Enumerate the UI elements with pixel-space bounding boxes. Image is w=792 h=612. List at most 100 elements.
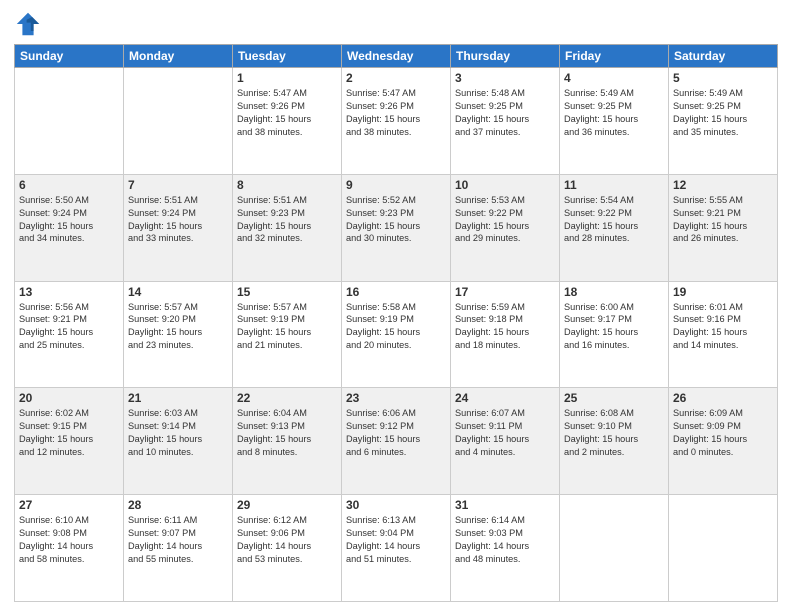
day-info: Sunrise: 6:11 AM Sunset: 9:07 PM Dayligh…	[128, 514, 228, 566]
calendar-cell: 27Sunrise: 6:10 AM Sunset: 9:08 PM Dayli…	[15, 495, 124, 602]
calendar-cell: 29 Sunrise: 6:12 AM Sunset: 9:06 PM Dayli…	[233, 495, 342, 602]
weekday-header: Friday	[560, 45, 669, 68]
weekday-header: Tuesday	[233, 45, 342, 68]
calendar-cell	[15, 68, 124, 175]
day-info: Sunrise: 6:03 AM Sunset: 9:14 PM Dayligh…	[128, 407, 228, 459]
calendar-cell: 21 Sunrise: 6:03 AM Sunset: 9:14 PM Dayli…	[124, 388, 233, 495]
day-info: Sunrise: 6:12 AM Sunset: 9:06 PM Dayligh…	[237, 514, 337, 566]
calendar-cell: 17Sunrise: 5:59 AM Sunset: 9:18 PM Dayli…	[451, 281, 560, 388]
day-number: 26	[673, 391, 773, 405]
calendar-cell	[124, 68, 233, 175]
day-number: 9	[346, 178, 446, 192]
day-info: Sunrise: 5:52 AM Sunset: 9:23 PM Dayligh…	[346, 194, 446, 246]
day-info: Sunrise: 5:57 AM Sunset: 9:19 PM Dayligh…	[237, 301, 337, 353]
calendar-cell: 15 Sunrise: 5:57 AM Sunset: 9:19 PM Dayli…	[233, 281, 342, 388]
calendar-cell: 26Sunrise: 6:09 AM Sunset: 9:09 PM Dayli…	[669, 388, 778, 495]
calendar-cell: 31Sunrise: 6:14 AM Sunset: 9:03 PM Dayli…	[451, 495, 560, 602]
calendar-cell: 2Sunrise: 5:47 AM Sunset: 9:26 PM Daylig…	[342, 68, 451, 175]
day-info: Sunrise: 6:01 AM Sunset: 9:16 PM Dayligh…	[673, 301, 773, 353]
calendar-cell: 24 Sunrise: 6:07 AM Sunset: 9:11 PM Dayli…	[451, 388, 560, 495]
weekday-header: Thursday	[451, 45, 560, 68]
calendar-cell: 12 Sunrise: 5:55 AM Sunset: 9:21 PM Dayli…	[669, 174, 778, 281]
day-info: Sunrise: 5:51 AM Sunset: 9:24 PM Dayligh…	[128, 194, 228, 246]
calendar-cell: 13 Sunrise: 5:56 AM Sunset: 9:21 PM Dayli…	[15, 281, 124, 388]
day-number: 15	[237, 285, 337, 299]
logo-icon	[14, 10, 42, 38]
logo	[14, 10, 46, 38]
day-info: Sunrise: 5:57 AM Sunset: 9:20 PM Dayligh…	[128, 301, 228, 353]
calendar-table: SundayMondayTuesdayWednesdayThursdayFrid…	[14, 44, 778, 602]
day-info: Sunrise: 5:55 AM Sunset: 9:21 PM Dayligh…	[673, 194, 773, 246]
calendar-cell: 14 Sunrise: 5:57 AM Sunset: 9:20 PM Dayli…	[124, 281, 233, 388]
day-info: Sunrise: 5:51 AM Sunset: 9:23 PM Dayligh…	[237, 194, 337, 246]
day-number: 23	[346, 391, 446, 405]
calendar-week-row: 13 Sunrise: 5:56 AM Sunset: 9:21 PM Dayli…	[15, 281, 778, 388]
day-info: Sunrise: 5:50 AM Sunset: 9:24 PM Dayligh…	[19, 194, 119, 246]
calendar-cell: 4 Sunrise: 5:49 AM Sunset: 9:25 PM Daylig…	[560, 68, 669, 175]
day-number: 21	[128, 391, 228, 405]
page: SundayMondayTuesdayWednesdayThursdayFrid…	[0, 0, 792, 612]
day-info: Sunrise: 6:13 AM Sunset: 9:04 PM Dayligh…	[346, 514, 446, 566]
calendar-cell: 25Sunrise: 6:08 AM Sunset: 9:10 PM Dayli…	[560, 388, 669, 495]
header	[14, 10, 778, 38]
day-info: Sunrise: 6:06 AM Sunset: 9:12 PM Dayligh…	[346, 407, 446, 459]
day-info: Sunrise: 5:56 AM Sunset: 9:21 PM Dayligh…	[19, 301, 119, 353]
day-info: Sunrise: 5:49 AM Sunset: 9:25 PM Dayligh…	[673, 87, 773, 139]
weekday-header: Monday	[124, 45, 233, 68]
calendar-cell: 10Sunrise: 5:53 AM Sunset: 9:22 PM Dayli…	[451, 174, 560, 281]
day-number: 6	[19, 178, 119, 192]
day-number: 8	[237, 178, 337, 192]
weekday-header: Saturday	[669, 45, 778, 68]
day-number: 11	[564, 178, 664, 192]
calendar-header-row: SundayMondayTuesdayWednesdayThursdayFrid…	[15, 45, 778, 68]
calendar-cell: 23 Sunrise: 6:06 AM Sunset: 9:12 PM Dayli…	[342, 388, 451, 495]
day-info: Sunrise: 6:04 AM Sunset: 9:13 PM Dayligh…	[237, 407, 337, 459]
day-info: Sunrise: 5:47 AM Sunset: 9:26 PM Dayligh…	[237, 87, 337, 139]
day-number: 29	[237, 498, 337, 512]
day-number: 30	[346, 498, 446, 512]
day-number: 4	[564, 71, 664, 85]
day-info: Sunrise: 5:58 AM Sunset: 9:19 PM Dayligh…	[346, 301, 446, 353]
calendar-cell: 20 Sunrise: 6:02 AM Sunset: 9:15 PM Dayli…	[15, 388, 124, 495]
calendar-week-row: 6 Sunrise: 5:50 AM Sunset: 9:24 PM Daylig…	[15, 174, 778, 281]
day-info: Sunrise: 5:48 AM Sunset: 9:25 PM Dayligh…	[455, 87, 555, 139]
calendar-cell	[560, 495, 669, 602]
calendar-cell: 7Sunrise: 5:51 AM Sunset: 9:24 PM Daylig…	[124, 174, 233, 281]
day-number: 13	[19, 285, 119, 299]
calendar-cell: 5 Sunrise: 5:49 AM Sunset: 9:25 PM Daylig…	[669, 68, 778, 175]
weekday-header: Wednesday	[342, 45, 451, 68]
day-info: Sunrise: 6:02 AM Sunset: 9:15 PM Dayligh…	[19, 407, 119, 459]
day-info: Sunrise: 6:14 AM Sunset: 9:03 PM Dayligh…	[455, 514, 555, 566]
day-number: 17	[455, 285, 555, 299]
calendar-cell: 11 Sunrise: 5:54 AM Sunset: 9:22 PM Dayli…	[560, 174, 669, 281]
day-info: Sunrise: 6:07 AM Sunset: 9:11 PM Dayligh…	[455, 407, 555, 459]
day-number: 3	[455, 71, 555, 85]
day-number: 28	[128, 498, 228, 512]
day-number: 5	[673, 71, 773, 85]
day-number: 27	[19, 498, 119, 512]
calendar-cell: 30 Sunrise: 6:13 AM Sunset: 9:04 PM Dayli…	[342, 495, 451, 602]
day-number: 18	[564, 285, 664, 299]
day-number: 14	[128, 285, 228, 299]
day-number: 10	[455, 178, 555, 192]
day-number: 19	[673, 285, 773, 299]
day-info: Sunrise: 5:54 AM Sunset: 9:22 PM Dayligh…	[564, 194, 664, 246]
calendar-cell: 16Sunrise: 5:58 AM Sunset: 9:19 PM Dayli…	[342, 281, 451, 388]
day-number: 20	[19, 391, 119, 405]
day-info: Sunrise: 5:47 AM Sunset: 9:26 PM Dayligh…	[346, 87, 446, 139]
day-number: 12	[673, 178, 773, 192]
calendar-cell: 8 Sunrise: 5:51 AM Sunset: 9:23 PM Daylig…	[233, 174, 342, 281]
day-info: Sunrise: 6:00 AM Sunset: 9:17 PM Dayligh…	[564, 301, 664, 353]
day-info: Sunrise: 5:49 AM Sunset: 9:25 PM Dayligh…	[564, 87, 664, 139]
day-number: 24	[455, 391, 555, 405]
calendar-cell	[669, 495, 778, 602]
calendar-cell: 22 Sunrise: 6:04 AM Sunset: 9:13 PM Dayli…	[233, 388, 342, 495]
calendar-week-row: 1 Sunrise: 5:47 AM Sunset: 9:26 PM Daylig…	[15, 68, 778, 175]
calendar-week-row: 20 Sunrise: 6:02 AM Sunset: 9:15 PM Dayli…	[15, 388, 778, 495]
calendar-cell: 19 Sunrise: 6:01 AM Sunset: 9:16 PM Dayli…	[669, 281, 778, 388]
calendar-cell: 3 Sunrise: 5:48 AM Sunset: 9:25 PM Daylig…	[451, 68, 560, 175]
day-number: 1	[237, 71, 337, 85]
day-number: 22	[237, 391, 337, 405]
calendar-cell: 9 Sunrise: 5:52 AM Sunset: 9:23 PM Daylig…	[342, 174, 451, 281]
calendar-cell: 28 Sunrise: 6:11 AM Sunset: 9:07 PM Dayli…	[124, 495, 233, 602]
